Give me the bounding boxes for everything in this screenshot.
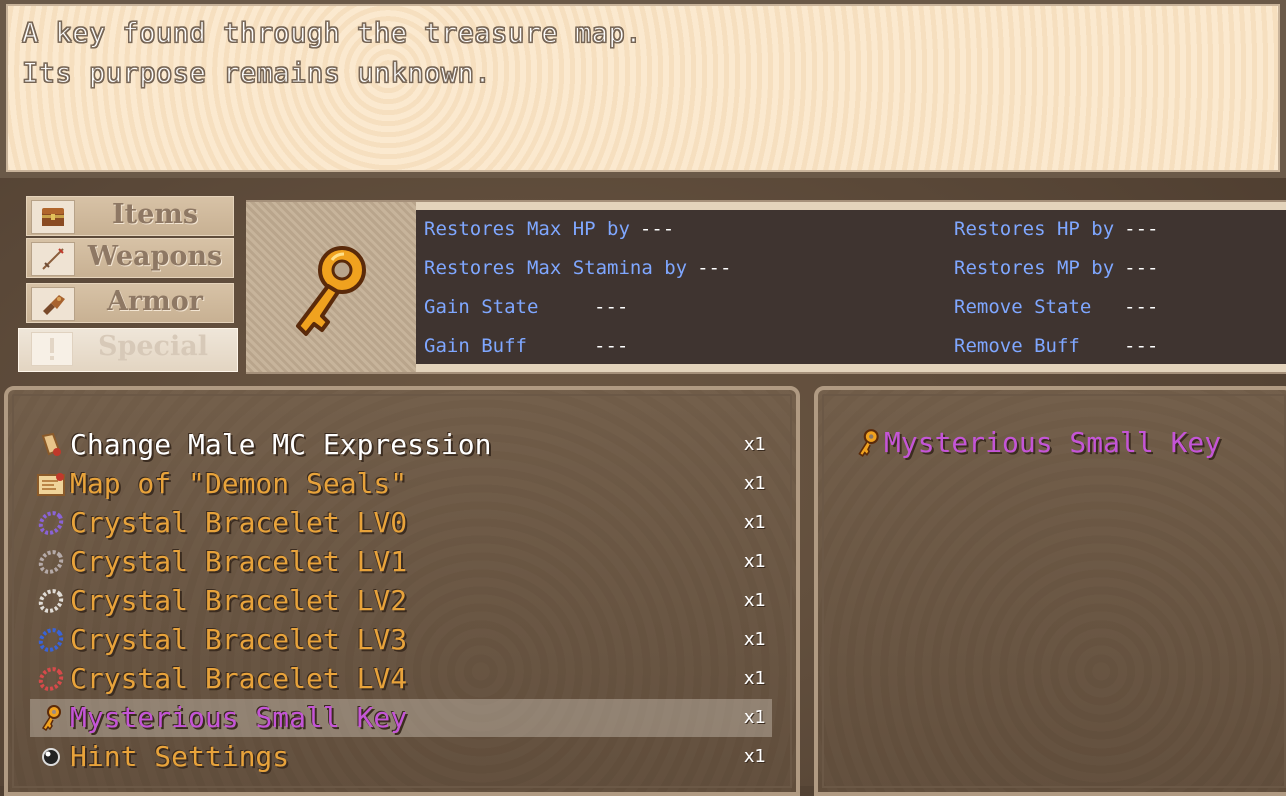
key-icon — [858, 429, 879, 457]
gauntlet-icon — [31, 287, 75, 321]
category-special[interactable]: Special — [18, 328, 238, 372]
item-list-window: Change Male MC Expression x1 Map of "Dem… — [4, 386, 800, 796]
orb-icon — [36, 742, 66, 772]
list-item[interactable]: Crystal Bracelet LV1 x1 — [30, 543, 772, 581]
list-item-selected[interactable]: Mysterious Small Key x1 — [30, 699, 772, 737]
stat-restore-mp: Restores MP by --- — [954, 257, 1159, 279]
item-status-panel: Restores Max HP by --- Restores Max Stami… — [246, 200, 1286, 374]
list-item[interactable]: Crystal Bracelet LV4 x1 — [30, 660, 772, 698]
category-label: Armor — [107, 286, 203, 317]
list-item[interactable]: Crystal Bracelet LV2 x1 — [30, 582, 772, 620]
list-item[interactable]: Map of "Demon Seals" x1 — [30, 465, 772, 503]
stat-remove-state: Remove State --- — [954, 296, 1159, 318]
category-label: Items — [111, 199, 199, 230]
stat-restore-hp: Restores HP by --- — [954, 218, 1159, 240]
bracelet-white-icon — [36, 586, 66, 616]
map-icon — [36, 469, 66, 499]
category-items[interactable]: Items — [26, 196, 234, 236]
stat-max-hp: Restores Max HP by --- — [424, 218, 675, 240]
list-item[interactable]: Hint Settings x1 — [30, 738, 772, 776]
bracelet-purple-icon — [36, 508, 66, 538]
item-detail-window: Mysterious Small Key — [814, 386, 1286, 796]
stat-max-stamina: Restores Max Stamina by --- — [424, 257, 732, 279]
category-weapons[interactable]: Weapons — [26, 238, 234, 278]
category-armor[interactable]: Armor — [26, 283, 234, 323]
item-stats: Restores Max HP by --- Restores Max Stami… — [416, 210, 1286, 364]
category-label: Weapons — [87, 241, 223, 272]
help-text-line-1: A key found through the treasure map. — [22, 18, 642, 50]
exclamation-icon — [31, 332, 73, 366]
item-large-icon-box — [246, 202, 416, 372]
list-item[interactable]: Change Male MC Expression x1 — [30, 426, 772, 464]
detail-item-name: Mysterious Small Key — [884, 426, 1222, 459]
category-label: Special — [97, 331, 208, 362]
help-window: A key found through the treasure map. It… — [0, 0, 1286, 178]
bracelet-blue-icon — [36, 625, 66, 655]
bracelet-red-icon — [36, 664, 66, 694]
key-icon — [36, 703, 66, 733]
list-item[interactable]: Crystal Bracelet LV0 x1 — [30, 504, 772, 542]
help-text-line-2: Its purpose remains unknown. — [21, 58, 492, 90]
list-item[interactable]: Crystal Bracelet LV3 x1 — [30, 621, 772, 659]
stat-remove-buff: Remove Buff --- — [954, 335, 1159, 357]
stat-gain-state: Gain State --- — [424, 296, 629, 318]
category-menu: Items Weapons Armor Special — [18, 196, 238, 374]
golden-key-icon — [296, 246, 366, 336]
chest-icon — [31, 200, 75, 234]
stat-gain-buff: Gain Buff --- — [424, 335, 629, 357]
scroll-icon — [36, 430, 66, 460]
sword-icon — [31, 242, 75, 276]
bracelet-gray-icon — [36, 547, 66, 577]
